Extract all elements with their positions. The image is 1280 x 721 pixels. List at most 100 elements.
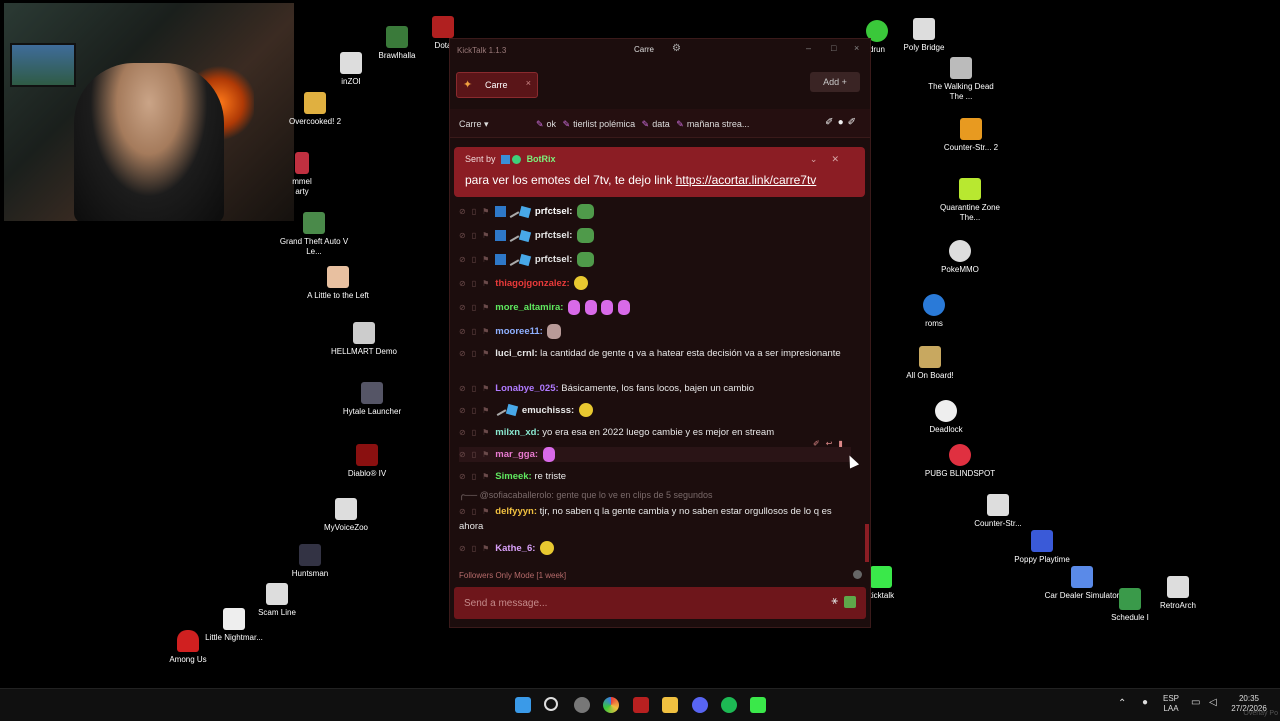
reply-icon[interactable]: ↩ (826, 439, 839, 448)
mod-actions-icon[interactable]: ⊘▯⚑ (459, 544, 495, 553)
desktop-icon-retroarch[interactable]: RetroArch (1138, 576, 1218, 611)
desktop-icon-gta[interactable]: Grand Theft Auto V Le... (274, 212, 354, 257)
desktop-icon-quarantine-zone[interactable]: Quarantine Zone The... (930, 178, 1010, 223)
desktop-icon-hellmart[interactable]: HELLMART Demo (324, 322, 404, 357)
tab-bar: ✦ Carre × (450, 65, 870, 99)
chat-username[interactable]: luci_crnl: (495, 348, 537, 359)
desktop-icon-myvoicezoo[interactable]: MyVoiceZoo (306, 498, 386, 533)
maximize-button[interactable]: □ (831, 43, 836, 53)
pinned-link[interactable]: https://acortar.link/carre7tv (676, 173, 817, 187)
desktop-icon-counter-strike-2[interactable]: Counter-Str... 2 (931, 118, 1011, 153)
tab-close-icon[interactable]: × (526, 78, 531, 88)
desktop-icon-counter-strike[interactable]: Counter-Str... (958, 494, 1038, 529)
chat-message: ⊘▯⚑Simeek: re triste (459, 469, 851, 484)
reply-preview[interactable]: ╭── @sofiacaballerolo: gente que lo ve e… (459, 490, 713, 501)
desktop-icon-pubg-blindspot[interactable]: PUBG BLINDSPOT (920, 444, 1000, 479)
delete-icon[interactable]: ▮ (838, 439, 848, 448)
chat-username[interactable]: prfctsel: (535, 206, 572, 217)
desktop-icon-among-us[interactable]: Among Us (148, 630, 228, 665)
tray-chevron-icon[interactable]: ⌃ (1118, 699, 1126, 709)
kicktalk-taskbar-icon[interactable] (750, 697, 766, 713)
settings-gear-icon[interactable]: ⚙ (672, 43, 681, 54)
bot-name[interactable]: BotRix (527, 154, 556, 164)
chat-username[interactable]: delfyyyn: (495, 506, 537, 517)
spotify-icon[interactable] (721, 697, 737, 713)
desktop-icon-diablo[interactable]: Diablo® IV (327, 444, 407, 479)
chevron-down-icon[interactable]: ⌄ (810, 154, 832, 164)
chat-username[interactable]: Simeek: (495, 471, 531, 482)
chat-text: yo era esa en 2022 luego cambie y es mej… (542, 427, 775, 438)
pin-icon[interactable]: ✐ (825, 117, 837, 128)
desktop-icon-roms[interactable]: roms (894, 294, 974, 329)
close-button[interactable]: × (854, 43, 859, 53)
gear-app-icon[interactable] (574, 697, 590, 713)
desktop-icon-walking-dead[interactable]: The Walking Dead The ... (921, 57, 1001, 102)
pinned-emote-ok[interactable]: ok (547, 119, 557, 129)
desktop-icon-huntsman[interactable]: Huntsman (270, 544, 350, 579)
mod-actions-icon[interactable]: ⊘▯⚑ (459, 472, 495, 481)
mod-actions-icon[interactable]: ⊘▯⚑ (459, 349, 495, 358)
mod-actions-icon[interactable]: ⊘▯⚑ (459, 507, 495, 516)
title-channel[interactable]: Carre (634, 45, 654, 54)
chat-username[interactable]: Lonabye_025: (495, 383, 558, 394)
mod-actions-icon[interactable]: ⊘▯⚑ (459, 406, 495, 415)
add-channel-button[interactable]: Add + (810, 72, 860, 92)
7tv-emote-picker-icon[interactable]: ⚹ (831, 595, 838, 608)
desktop-icon-hytale[interactable]: Hytale Launcher (332, 382, 412, 417)
chat-scrollbar[interactable] (865, 524, 869, 562)
desktop-icon-poly-bridge[interactable]: Poly Bridge (884, 18, 964, 53)
mod-actions-icon[interactable]: ⊘▯⚑ (459, 207, 495, 216)
mod-actions-icon[interactable]: ⊘▯⚑ (459, 384, 495, 393)
mod-actions-icon[interactable]: ⊘▯⚑ (459, 303, 495, 312)
desktop-icon-deadlock[interactable]: Deadlock (906, 400, 986, 435)
chat-username[interactable]: prfctsel: (535, 230, 572, 241)
desktop-icon-pokemmo[interactable]: PokeMMO (920, 240, 1000, 275)
network-icon[interactable]: ▭ (1191, 698, 1200, 708)
tab-carre[interactable]: ✦ Carre × (456, 72, 538, 98)
chat-text: la cantidad de gente q va a hatear esta … (540, 348, 841, 359)
info-icon[interactable] (853, 570, 862, 579)
desktop-icon-poppy-playtime[interactable]: Poppy Playtime (1002, 530, 1082, 565)
desktop-icon-inzoi[interactable]: inZOI (311, 52, 391, 87)
user-icon[interactable]: ● (838, 117, 848, 128)
desktop-icon-overcooked[interactable]: Overcooked! 2 (275, 92, 355, 127)
mic-icon[interactable]: ● (1142, 698, 1148, 708)
desktop-icon-mmel[interactable]: mmel arty (292, 152, 312, 197)
pin-tool-icon[interactable]: ✐ (848, 117, 860, 128)
chat-username[interactable]: mooree11: (495, 326, 543, 337)
windows-start-icon[interactable] (515, 697, 531, 713)
folder-icon[interactable] (662, 697, 678, 713)
chat-username[interactable]: thiagojgonzalez: (495, 278, 569, 289)
chat-username[interactable]: prfctsel: (535, 254, 572, 265)
mod-actions-icon[interactable]: ⊘▯⚑ (459, 450, 495, 459)
search-icon[interactable] (544, 697, 558, 711)
chat-username[interactable]: emuchisss: (522, 405, 574, 416)
message-input[interactable]: Send a message... ⚹ (454, 587, 866, 619)
chat-username[interactable]: milxn_xd: (495, 427, 539, 438)
pinned-emote-data[interactable]: data (652, 119, 670, 129)
desktop-icon-all-on-board[interactable]: All On Board! (890, 346, 970, 381)
mod-actions-icon[interactable]: ⊘▯⚑ (459, 327, 495, 336)
language-indicator[interactable]: ESP LAA (1163, 694, 1179, 714)
channel-name-dropdown[interactable]: Carre ▾ (459, 119, 489, 130)
pinned-emote-manana[interactable]: mañana strea... (687, 119, 750, 129)
pin-icon[interactable]: ✐ (813, 439, 826, 448)
pinned-emote-tierlist[interactable]: tierlist polémica (573, 119, 635, 129)
mod-actions-icon[interactable]: ⊘▯⚑ (459, 255, 495, 264)
mod-actions-icon[interactable]: ⊘▯⚑ (459, 231, 495, 240)
minimize-button[interactable]: – (806, 43, 811, 53)
chat-username[interactable]: more_altamira: (495, 302, 563, 313)
mod-actions-icon[interactable]: ⊘▯⚑ (459, 428, 495, 437)
kick-emote-picker-icon[interactable] (844, 596, 856, 608)
chat-username[interactable]: Kathe_6: (495, 543, 535, 554)
desktop-icon-little-left[interactable]: A Little to the Left (298, 266, 378, 301)
news-app-icon[interactable] (633, 697, 649, 713)
chat-username[interactable]: mar_gga: (495, 449, 538, 460)
discord-icon[interactable] (692, 697, 708, 713)
hellmart-icon (353, 322, 375, 344)
mod-actions-icon[interactable]: ⊘▯⚑ (459, 279, 495, 288)
unpin-icon[interactable]: ✕ (831, 154, 853, 164)
little-left-icon (327, 266, 349, 288)
chrome-icon[interactable] (603, 697, 619, 713)
volume-icon[interactable]: ◁ (1209, 698, 1217, 708)
